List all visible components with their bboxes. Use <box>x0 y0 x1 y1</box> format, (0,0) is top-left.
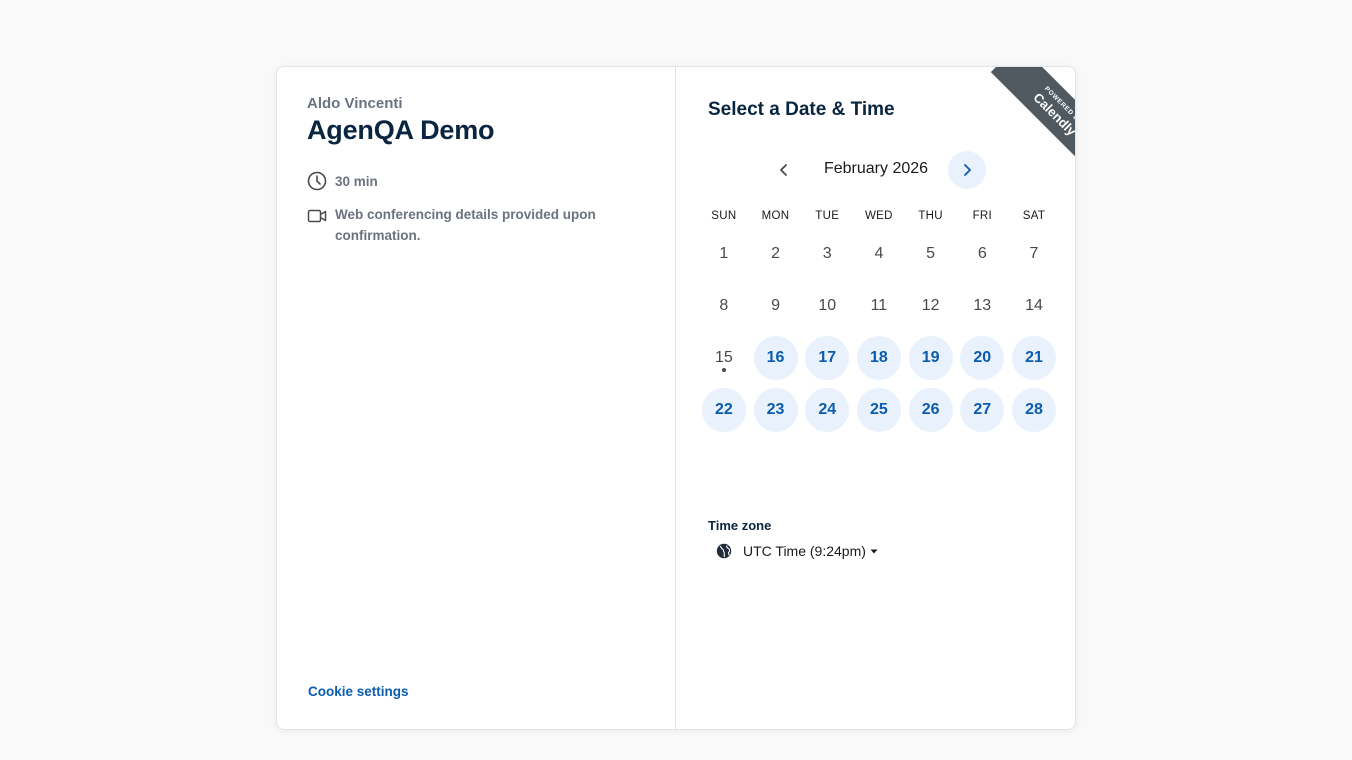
available-day-button[interactable]: 27 <box>960 388 1005 432</box>
day-number: 10 <box>818 297 837 314</box>
unavailable-day: 12 <box>909 284 953 328</box>
unavailable-day: 7 <box>1012 232 1056 276</box>
event-conferencing: Web conferencing details provided upon c… <box>307 204 617 246</box>
unavailable-day: 10 <box>805 284 849 328</box>
unavailable-day: 3 <box>805 232 849 276</box>
day-number: 27 <box>973 401 992 418</box>
available-day-button[interactable]: 17 <box>805 336 850 380</box>
unavailable-day: 15 <box>702 336 746 380</box>
day-number: 18 <box>870 349 888 366</box>
day-number: 24 <box>818 401 837 418</box>
day-number: 11 <box>870 297 888 314</box>
day-number: 26 <box>921 401 940 418</box>
weekday-sun: SUN <box>711 210 737 222</box>
day-number: 21 <box>1025 349 1043 366</box>
unavailable-day: 6 <box>960 232 1004 276</box>
day-number: 13 <box>973 297 992 314</box>
next-month-button[interactable] <box>948 151 986 189</box>
cookie-settings-link[interactable]: Cookie settings <box>308 684 409 699</box>
clock-icon <box>307 171 327 191</box>
unavailable-day: 11 <box>857 284 901 328</box>
available-day-button[interactable]: 18 <box>856 336 901 380</box>
unavailable-day: 2 <box>754 232 798 276</box>
event-duration-text: 30 min <box>335 174 378 189</box>
booking-card: Aldo Vincenti AgenQA Demo 30 min Web con… <box>276 66 1076 730</box>
calendar-grid: 1 2 3 4 5 6 7 8 9 10 11 12 13 14 15 16 17 18 19 20 21 22 23 24 2… <box>698 232 1060 440</box>
today-indicator <box>721 368 726 372</box>
timezone-label: Time zone <box>708 518 772 533</box>
unavailable-day: 9 <box>754 284 798 328</box>
day-number: 7 <box>1029 245 1039 262</box>
day-number: 17 <box>818 349 837 366</box>
timezone-select[interactable]: UTC Time (9:24pm) <box>716 543 879 559</box>
day-number: 12 <box>921 297 940 314</box>
day-number: 1 <box>719 245 729 262</box>
day-number: 5 <box>926 245 936 262</box>
day-number: 15 <box>714 349 733 366</box>
event-duration: 30 min <box>307 171 378 192</box>
chevron-left-icon <box>780 164 787 176</box>
chevron-right-icon <box>964 164 971 176</box>
caret-down-icon <box>870 549 878 554</box>
available-day-button[interactable]: 19 <box>908 336 953 380</box>
globe-icon <box>716 543 732 559</box>
unavailable-day: 14 <box>1012 284 1056 328</box>
video-camera-icon <box>307 209 327 223</box>
previous-month-button[interactable] <box>765 151 803 189</box>
weekday-tue: TUE <box>815 210 840 222</box>
day-number: 9 <box>771 297 780 314</box>
event-conferencing-text: Web conferencing details provided upon c… <box>335 207 596 243</box>
day-number: 22 <box>714 401 733 418</box>
event-title: AgenQA Demo <box>307 115 495 145</box>
weekday-wed: WED <box>865 210 893 222</box>
month-label: February 2026 <box>823 160 929 177</box>
unavailable-day: 13 <box>960 284 1004 328</box>
day-number: 28 <box>1025 401 1043 418</box>
unavailable-day: 5 <box>909 232 953 276</box>
weekday-sat: SAT <box>1022 210 1046 222</box>
month-navigation: February 2026 <box>676 151 1075 189</box>
available-day-button[interactable]: 21 <box>1011 336 1056 380</box>
day-number: 25 <box>870 401 888 418</box>
event-details-panel: Aldo Vincenti AgenQA Demo 30 min Web con… <box>277 67 676 729</box>
day-number: 16 <box>766 349 785 366</box>
timezone-value: UTC Time (9:24pm) <box>743 543 866 559</box>
weekday-fri: FRI <box>972 210 992 222</box>
weekday-header: SUN MON TUE WED THU FRI SAT <box>698 210 1060 222</box>
unavailable-day: 8 <box>702 284 746 328</box>
available-day-button[interactable]: 24 <box>805 388 850 432</box>
day-number: 20 <box>973 349 992 366</box>
available-day-button[interactable]: 28 <box>1011 388 1056 432</box>
unavailable-day: 4 <box>857 232 901 276</box>
available-day-button[interactable]: 23 <box>753 388 798 432</box>
day-number: 8 <box>719 297 729 314</box>
day-number: 23 <box>766 401 785 418</box>
unavailable-day: 1 <box>702 232 746 276</box>
day-number: 14 <box>1025 297 1043 314</box>
available-day-button[interactable]: 16 <box>753 336 798 380</box>
day-number: 3 <box>822 245 832 262</box>
day-number: 4 <box>874 245 884 262</box>
day-number: 2 <box>771 245 780 262</box>
select-date-heading: Select a Date & Time <box>708 99 895 120</box>
day-number: 6 <box>977 245 987 262</box>
available-day-button[interactable]: 20 <box>960 336 1005 380</box>
available-day-button[interactable]: 26 <box>908 388 953 432</box>
weekday-mon: MON <box>761 210 790 222</box>
available-day-button[interactable]: 22 <box>701 388 746 432</box>
host-name: Aldo Vincenti <box>307 95 403 112</box>
available-day-button[interactable]: 25 <box>856 388 901 432</box>
day-number: 19 <box>921 349 940 366</box>
weekday-thu: THU <box>918 210 943 222</box>
scheduler-panel: Select a Date & Time POWERED BY Calendly… <box>676 67 1075 729</box>
